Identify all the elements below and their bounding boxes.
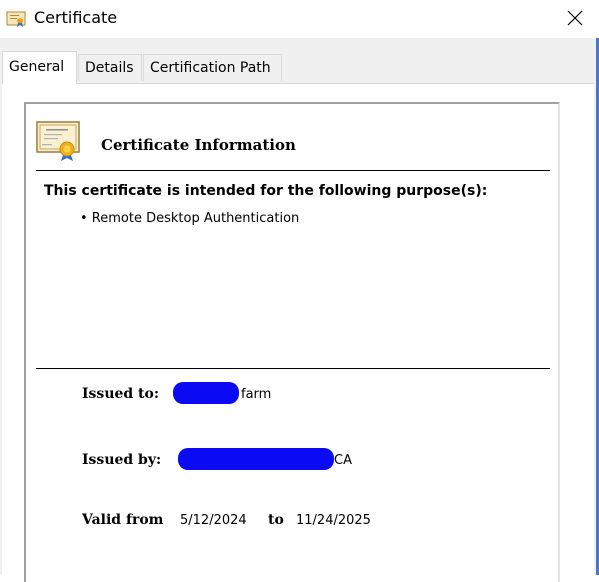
issued-to-value: farm [241, 387, 272, 402]
valid-from-date: 5/12/2024 [180, 513, 247, 528]
title-bar: Certificate [0, 0, 599, 38]
tab-details[interactable]: Details [78, 54, 142, 81]
certificate-info-panel [24, 102, 560, 582]
redaction-block [178, 448, 334, 470]
issued-to-label: Issued to: [82, 386, 160, 402]
divider [36, 368, 550, 369]
tab-label: Certification Path [150, 60, 271, 76]
tab-general[interactable]: General [2, 51, 77, 84]
certificate-icon [6, 10, 26, 28]
purpose-heading: This certificate is intended for the fol… [44, 183, 488, 199]
tab-certification-path[interactable]: Certification Path [143, 54, 282, 81]
certificate-heading: Certificate Information [101, 136, 296, 154]
issued-by-label: Issued by: [82, 452, 162, 468]
valid-to-label: to [268, 512, 284, 528]
close-button[interactable] [560, 4, 590, 32]
valid-to-date: 11/24/2025 [296, 513, 371, 528]
issued-by-value: CA [334, 453, 352, 468]
certificate-icon [36, 120, 82, 162]
window-title: Certificate [34, 8, 118, 27]
tab-strip: General Details Certification Path [0, 51, 590, 84]
tab-label: Details [85, 60, 134, 76]
tab-label: General [9, 59, 65, 75]
redaction-block [173, 382, 239, 404]
close-icon [567, 10, 583, 26]
valid-from-label: Valid from [82, 512, 164, 528]
divider [36, 170, 550, 171]
purpose-item: • Remote Desktop Authentication [80, 211, 300, 226]
